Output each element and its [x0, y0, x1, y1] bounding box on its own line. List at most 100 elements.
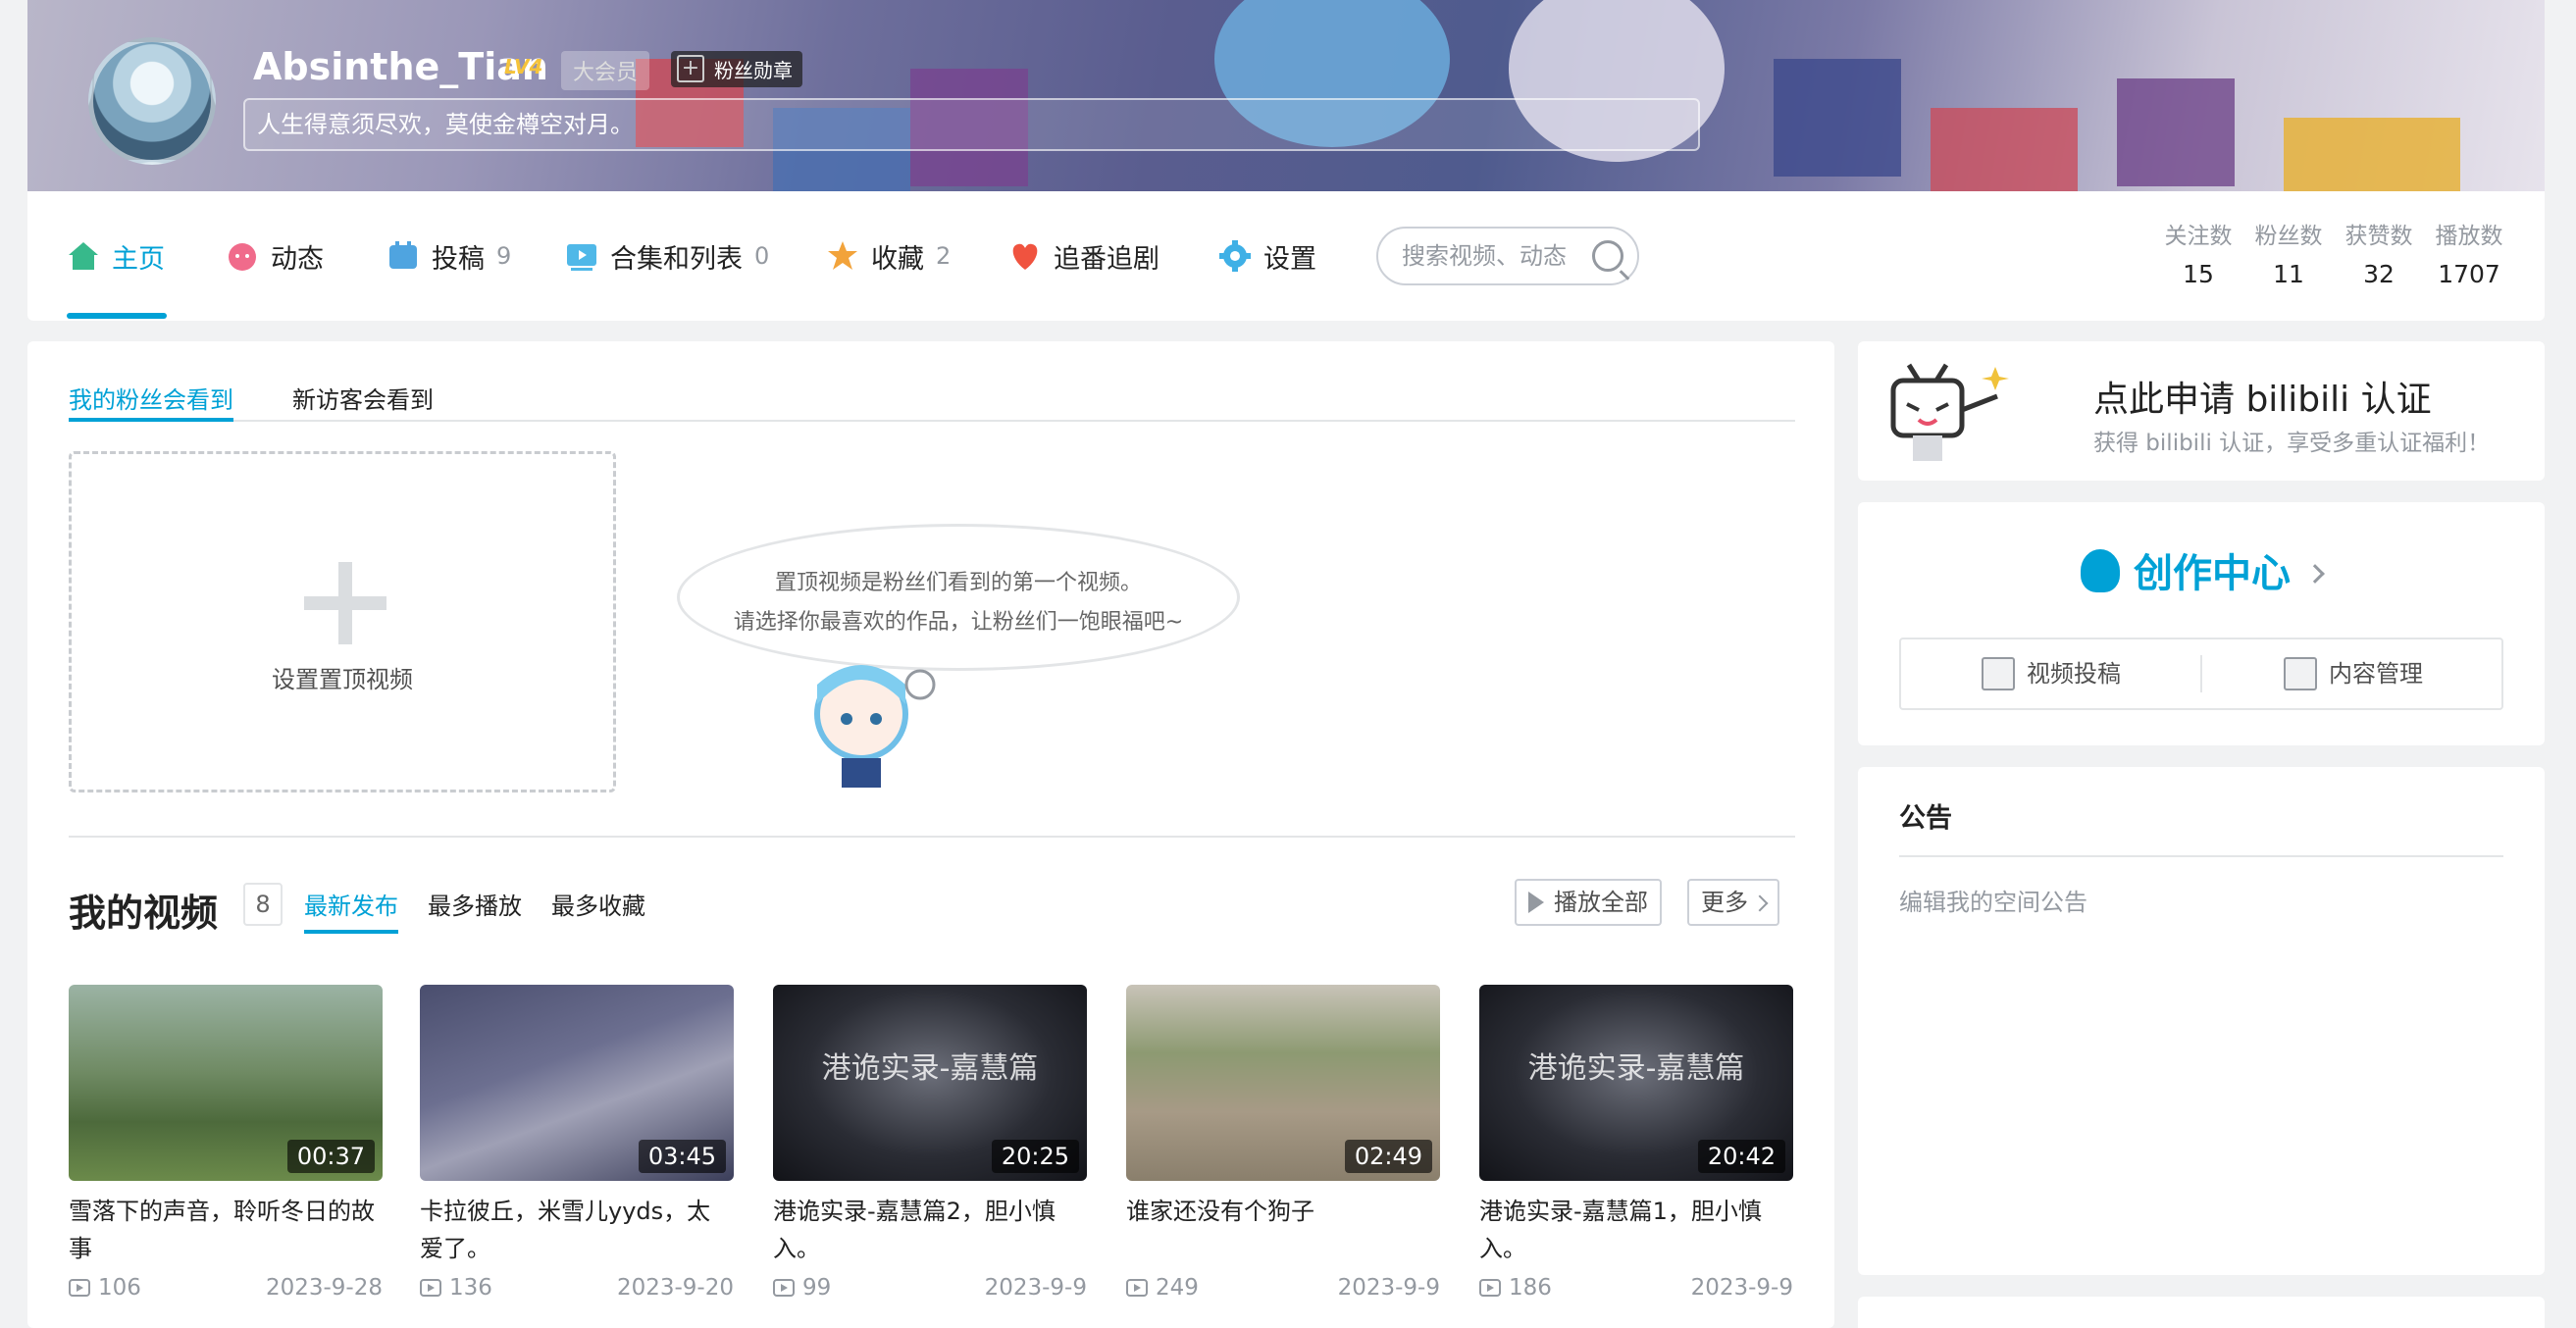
content-manage-button[interactable]: 内容管理 [2203, 639, 2503, 708]
medal-label: 粉丝勋章 [714, 59, 793, 82]
search-placeholder: 搜索视频、动态 [1402, 242, 1567, 270]
tab-most-played[interactable]: 最多播放 [428, 887, 522, 921]
cert-title[interactable]: 点此申请 bilibili 认证 [2093, 371, 2432, 422]
upload-video-button[interactable]: 视频投稿 [1901, 639, 2201, 708]
tab-collections-label: 合集和列表 [610, 243, 743, 275]
divider [1899, 855, 2503, 857]
divider [2200, 655, 2202, 692]
video-duration: 20:42 [1697, 1140, 1785, 1173]
play-count-icon [1479, 1279, 1501, 1297]
more-button[interactable]: 更多 [1687, 879, 1779, 926]
video-card[interactable]: 03:45 卡拉彼丘，米雪儿yyds，太爱了。 136 2023-9-20 [420, 985, 734, 1301]
video-thumbnail[interactable]: 港诡实录-嘉慧篇 20:42 [1479, 985, 1793, 1181]
main-panel: 我的粉丝会看到 新访客会看到 设置置顶视频 置顶视频是粉丝们看到的第一个视频。 … [27, 341, 1834, 1328]
sidebar-card [1858, 1297, 2545, 1328]
upload-video-label: 视频投稿 [2027, 660, 2121, 688]
set-pinned-video-button[interactable]: 设置置顶视频 [69, 451, 616, 792]
video-card[interactable]: 港诡实录-嘉慧篇 20:42 港诡实录-嘉慧篇1，胆小慎入。 186 2023-9… [1479, 985, 1793, 1301]
plus-icon [304, 562, 386, 644]
tab-favorites-label: 收藏 [871, 243, 924, 275]
vip-badge[interactable]: 大会员 [561, 51, 650, 90]
pinned-tip-line2: 请选择你最喜欢的作品，让粉丝们一饱眼福吧~ [733, 610, 1184, 635]
play-count-icon [1126, 1279, 1148, 1297]
creator-center-link[interactable]: 创作中心 [1858, 541, 2545, 598]
collection-icon [567, 244, 596, 271]
stat-fans[interactable]: 粉丝数 11 [2244, 217, 2333, 288]
tab-home[interactable]: 主页 [67, 236, 165, 276]
video-title[interactable]: 港诡实录-嘉慧篇1，胆小慎入。 [1479, 1193, 1793, 1267]
stat-label: 关注数 [2164, 224, 2233, 249]
tab-latest[interactable]: 最新发布 [304, 887, 398, 921]
tab-settings[interactable]: 设置 [1218, 236, 1316, 276]
chevron-right-icon [2305, 564, 2325, 584]
video-play-count: 249 [1156, 1275, 1199, 1301]
tab-favorites[interactable]: 收藏 2 [826, 236, 951, 276]
tab-collections[interactable]: 合集和列表 0 [565, 236, 769, 276]
tab-most-favorited[interactable]: 最多收藏 [551, 887, 645, 921]
gear-icon [1219, 240, 1251, 272]
search-input[interactable]: 搜索视频、动态 [1376, 227, 1639, 285]
notice-title: 公告 [1899, 803, 1952, 834]
video-play-count: 99 [802, 1275, 832, 1301]
pinned-tip-bubble: 置顶视频是粉丝们看到的第一个视频。 请选择你最喜欢的作品，让粉丝们一饱眼福吧~ [677, 524, 1240, 671]
video-meta: 186 2023-9-9 [1479, 1275, 1793, 1301]
video-date: 2023-9-28 [265, 1275, 383, 1301]
stat-label: 播放数 [2435, 224, 2503, 249]
active-tab-indicator [69, 418, 233, 422]
tab-bangumi[interactable]: 追番追剧 [1008, 236, 1159, 276]
video-play-count: 106 [98, 1275, 141, 1301]
tab-bangumi-label: 追番追剧 [1054, 243, 1159, 275]
video-title[interactable]: 港诡实录-嘉慧篇2，胆小慎入。 [773, 1193, 1087, 1267]
notice-card: 公告 编辑我的空间公告 [1858, 767, 2545, 1275]
profile-banner: Absinthe_Tian LV4 大会员 + 粉丝勋章 人生得意须尽欢，莫使金樽… [27, 0, 2545, 191]
divider [69, 420, 1795, 422]
certification-card[interactable]: 点此申请 bilibili 认证 获得 bilibili 认证，享受多重认证福利… [1858, 341, 2545, 481]
video-date: 2023-9-9 [1337, 1275, 1440, 1301]
video-thumbnail[interactable]: 03:45 [420, 985, 734, 1181]
stat-following[interactable]: 关注数 15 [2154, 217, 2242, 288]
upload-icon [1982, 657, 2015, 690]
video-thumbnail[interactable]: 港诡实录-嘉慧篇 20:25 [773, 985, 1087, 1181]
notice-edit-input[interactable]: 编辑我的空间公告 [1899, 883, 2087, 917]
stat-value: 32 [2363, 260, 2395, 288]
divider [69, 836, 1795, 838]
fan-medal-badge[interactable]: + 粉丝勋章 [671, 51, 802, 87]
video-duration: 02:49 [1344, 1140, 1432, 1173]
video-card[interactable]: 港诡实录-嘉慧篇 20:25 港诡实录-嘉慧篇2，胆小慎入。 99 2023-9-… [773, 985, 1087, 1301]
active-tab-indicator [67, 313, 167, 319]
play-all-button[interactable]: 播放全部 [1515, 879, 1662, 926]
active-tab-indicator [304, 930, 398, 934]
play-count-icon [773, 1279, 795, 1297]
stat-likes: 获赞数 32 [2335, 217, 2423, 288]
search-icon[interactable] [1592, 240, 1623, 272]
video-meta: 106 2023-9-28 [69, 1275, 383, 1301]
video-title[interactable]: 谁家还没有个狗子 [1126, 1193, 1440, 1267]
favorites-icon [828, 241, 857, 270]
tab-dynamic[interactable]: 动态 [226, 236, 324, 276]
tab-visitors-see[interactable]: 新访客会看到 [292, 381, 434, 415]
stat-value: 15 [2183, 260, 2214, 288]
video-card[interactable]: 00:37 雪落下的声音，聆听冬日的故事 106 2023-9-28 [69, 985, 383, 1301]
video-date: 2023-9-9 [984, 1275, 1087, 1301]
video-meta: 136 2023-9-20 [420, 1275, 734, 1301]
video-thumbnail[interactable]: 02:49 [1126, 985, 1440, 1181]
banner-artwork [636, 0, 2460, 191]
signature-input[interactable]: 人生得意须尽欢，莫使金樽空对月。 [243, 98, 1700, 151]
space-nav: 主页 动态 投稿 9 合集和列表 0 收藏 2 追番追剧 设置 搜索视频、动态 … [27, 191, 2545, 321]
set-pinned-video-label: 设置置顶视频 [272, 666, 413, 693]
play-all-label: 播放全部 [1554, 889, 1648, 916]
avatar[interactable] [88, 37, 216, 165]
thumbnail-caption: 港诡实录-嘉慧篇 [1527, 1051, 1745, 1086]
video-title[interactable]: 卡拉彼丘，米雪儿yyds，太爱了。 [420, 1193, 734, 1267]
video-thumbnail[interactable]: 00:37 [69, 985, 383, 1181]
creator-center-card: 创作中心 视频投稿 内容管理 [1858, 502, 2545, 745]
video-duration: 00:37 [286, 1140, 375, 1173]
manage-icon [2284, 657, 2317, 690]
tab-fans-see[interactable]: 我的粉丝会看到 [69, 381, 233, 415]
video-card[interactable]: 02:49 谁家还没有个狗子 249 2023-9-9 [1126, 985, 1440, 1301]
more-label: 更多 [1701, 889, 1748, 916]
tab-uploads[interactable]: 投稿 9 [386, 236, 511, 276]
stat-plays: 播放数 1707 [2425, 217, 2513, 288]
pinned-tip-line1: 置顶视频是粉丝们看到的第一个视频。 [774, 571, 1142, 595]
video-title[interactable]: 雪落下的声音，聆听冬日的故事 [69, 1193, 383, 1267]
